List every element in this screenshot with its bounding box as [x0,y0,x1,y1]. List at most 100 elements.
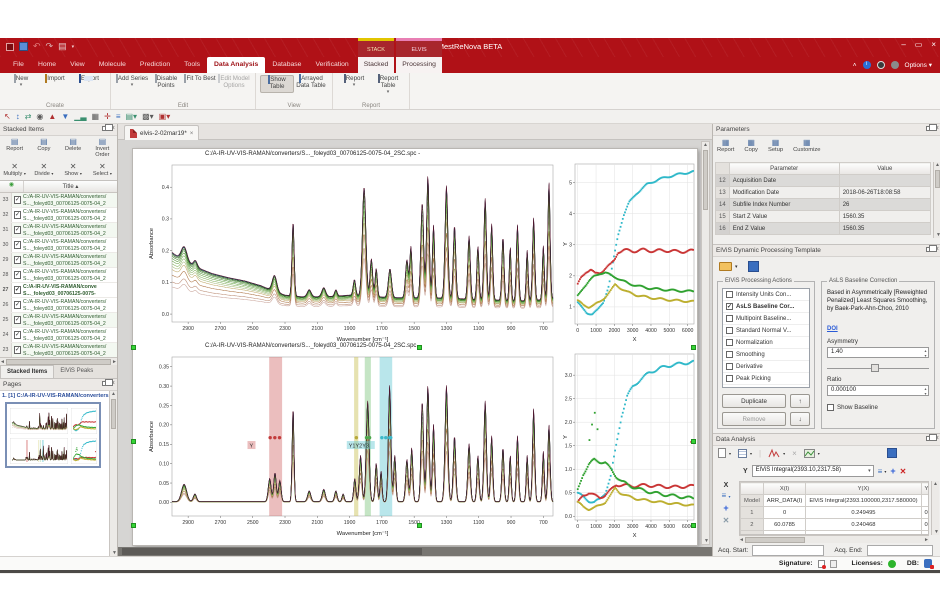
sidebar-horizontal-scrollbar[interactable]: ◄► [0,357,117,365]
float-panel-icon[interactable] [926,247,932,252]
row-checkbox[interactable]: ✓ [14,316,21,324]
data-analysis-row[interactable]: 1 0 0.249495 0 [741,507,930,519]
y-menu-icon[interactable]: ≡ [878,467,883,476]
duplicate-button[interactable]: Duplicate [722,394,786,408]
ribbon-tab[interactable]: Home [31,57,63,73]
row-checkbox[interactable]: ✓ [14,211,21,219]
parameter-row[interactable]: 15 Start Z Value 1560.35 [716,211,931,223]
selection-handle[interactable] [417,523,422,528]
selection-handle[interactable] [131,345,136,350]
stacked-item-row[interactable]: 32 ✓ C:/A-IR-UV-VIS-RAMAN/converters/S..… [0,208,117,223]
column-header[interactable]: X(I) [763,483,806,495]
move-up-button[interactable]: ↑ [790,394,810,408]
strip-tool-icon[interactable]: ▣▾ [159,112,171,121]
minimize-button[interactable]: – [901,40,905,49]
parameters-tool-button[interactable]: ▦Report [717,138,734,153]
info-icon[interactable]: i [863,61,871,69]
action-checkbox[interactable]: ✓ [726,303,733,310]
parameters-scrollbar[interactable]: ▲▼ [933,162,940,238]
sidebar-tool-button[interactable]: ✕Multiply ▾ [1,163,28,177]
data-analysis-row[interactable]: Model ARR_DATA(I) ElViS Integral(2393.10… [741,495,930,507]
sidebar-tool-button[interactable]: ✕Select ▾ [89,163,116,177]
open-template-icon[interactable] [719,262,732,271]
table-view-icon[interactable] [738,449,747,458]
processing-action-item[interactable]: Multipoint Baseline... [723,313,809,325]
plot-scatter-top[interactable]: 010002000300040005000600012345XY [561,161,697,343]
selection-handle[interactable] [691,439,696,444]
ribbon-button[interactable]: Add Series ▾ [115,75,149,91]
asymmetry-spinbox[interactable]: 1.40 [827,347,929,358]
stacked-item-row[interactable]: 33 ✓ C:/A-IR-UV-VIS-RAMAN/converters/S..… [0,193,117,208]
row-checkbox[interactable]: ✓ [14,346,21,354]
record-icon[interactable] [877,61,885,69]
plot-spectra-corrected[interactable]: 2900270025002300210019001700150013001100… [147,353,557,537]
ribbon-button[interactable]: New ▾ [4,75,38,89]
ribbon-tab[interactable]: Prediction [133,57,177,73]
parameter-row[interactable]: 14 Subfile Index Number 26 [716,199,931,211]
stacked-item-row[interactable]: 28 ✓ C:/A-IR-UV-VIS-RAMAN/converters/S..… [0,268,117,283]
canvas-horizontal-scrollbar[interactable] [118,547,712,556]
acq-end-input[interactable] [867,545,933,556]
strip-tool-icon[interactable]: ≡ [116,112,121,121]
move-down-button[interactable]: ↓ [790,412,810,426]
save-template-icon[interactable] [748,261,759,272]
stacked-item-row[interactable]: 24 ✓ C:/A-IR-UV-VIS-RAMAN/converters/S..… [0,328,117,343]
collapse-ribbon-icon[interactable]: ˄ [853,62,857,69]
close-document-icon[interactable]: × [190,130,194,137]
stacked-item-row[interactable]: 25 ✓ C:/A-IR-UV-VIS-RAMAN/converters/S..… [0,313,117,328]
sidebar-tool-button[interactable]: ▤Report [1,138,28,152]
parameters-tool-button[interactable]: ▦Copy [744,138,758,153]
selection-handle[interactable] [417,345,422,350]
float-panel-icon[interactable] [926,436,932,441]
plot-scatter-bottom[interactable]: 01000200030004000500060000.00.51.01.52.0… [561,351,697,539]
action-checkbox[interactable] [726,363,733,370]
parameters-tool-button[interactable]: ▦Setup [768,138,783,153]
data-table-vscrollbar[interactable]: ▲▼ [931,481,939,535]
document-page[interactable]: C:/A-IR-UV-VIS-RAMAN/converters/S..._fol… [132,148,698,546]
strip-tool-icon[interactable]: ▦ [92,112,100,121]
asymmetry-slider[interactable] [827,368,929,369]
stacked-item-row[interactable]: 31 ✓ C:/A-IR-UV-VIS-RAMAN/converters/S..… [0,223,117,238]
selection-handle[interactable] [691,523,696,528]
ribbon-tab[interactable]: Database [265,57,308,73]
cut-icon[interactable]: × [792,449,797,458]
column-header[interactable]: Value [839,163,930,175]
tab-stacked[interactable]: Stacked [358,57,395,73]
action-checkbox[interactable] [726,315,733,322]
plot-spectra-raw[interactable]: 2900270025002300210019001700150013001100… [147,161,557,343]
row-checkbox[interactable]: ✓ [14,256,21,264]
strip-tool-icon[interactable]: ◉ [36,112,43,121]
processing-action-item[interactable]: Smoothing [723,349,809,361]
processing-action-item[interactable]: Normalization [723,337,809,349]
document-tab[interactable]: elvis-2-02mar19* × [124,125,199,140]
canvas-vertical-scrollbar[interactable]: ▲▼ [701,141,710,545]
pages-scrollbar[interactable]: ▲▼ [109,391,117,556]
column-header[interactable]: Parameter [729,163,839,175]
y-series-selector[interactable]: ElViS Integral(2393.10,2317.58) [752,465,874,477]
row-checkbox[interactable]: ✓ [14,271,21,279]
doi-link[interactable]: DOI [827,326,838,332]
row-checkbox[interactable]: ✓ [14,286,21,294]
ribbon-button[interactable]: Report Table ▾ [371,75,405,96]
sidebar-tool-button[interactable]: ▤Copy [30,138,57,152]
ribbon-tab[interactable]: Molecule [92,57,133,73]
page-list-item-label[interactable]: 1. [1] C:/A-IR-UV-VIS-RAMAN/converters [0,391,117,401]
action-checkbox[interactable] [726,291,733,298]
parameter-row[interactable]: 12 Acquisition Date [716,175,931,187]
sidebar-bottom-tab[interactable]: Stacked Items [0,365,54,378]
float-panel-icon[interactable] [926,126,932,131]
acq-start-input[interactable] [752,545,824,556]
title-column-header[interactable]: Title ▴ [24,181,117,192]
visibility-column-icon[interactable]: ◉ [0,181,24,192]
action-checkbox[interactable] [726,351,733,358]
float-panel-icon[interactable] [102,381,108,386]
sidebar-tool-button[interactable]: ▤Invert Order [89,138,116,159]
show-baseline-checkbox[interactable] [827,404,834,411]
sidebar-tool-button[interactable]: ✕Divide ▾ [30,163,57,177]
row-checkbox[interactable]: ✓ [14,331,21,339]
selection-handle[interactable] [691,345,696,350]
ribbon-tab[interactable]: View [63,57,92,73]
stacked-item-row[interactable]: 23 ✓ C:/A-IR-UV-VIS-RAMAN/converters/S..… [0,343,117,357]
peaks-icon[interactable] [768,448,780,458]
db-status-icon[interactable] [924,559,932,568]
